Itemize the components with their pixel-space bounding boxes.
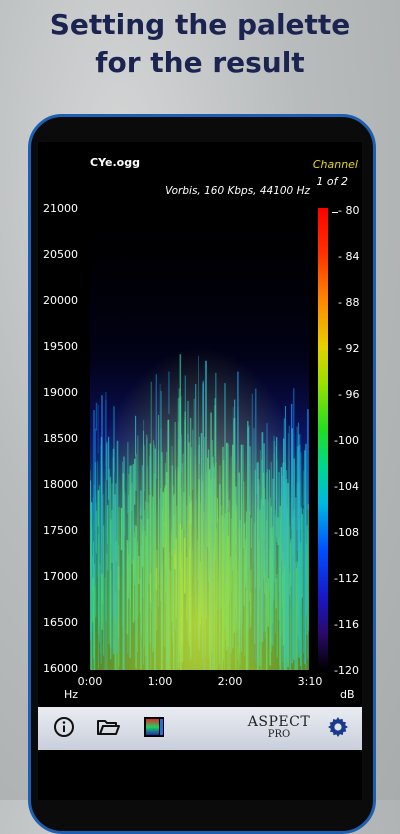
y-tick: 20500 bbox=[43, 248, 78, 261]
headline: Setting the palette for the result bbox=[0, 6, 400, 82]
x-tick: 2:00 bbox=[217, 675, 243, 688]
y-tick: 20000 bbox=[43, 294, 78, 307]
x-tick: 0:00 bbox=[77, 675, 103, 688]
x-tick: 3:10 bbox=[297, 675, 323, 688]
y-tick: 19500 bbox=[43, 340, 78, 353]
y-tick: 18000 bbox=[43, 478, 78, 491]
headline-line-1: Setting the palette bbox=[49, 8, 351, 41]
db-tick: -104 bbox=[334, 480, 359, 493]
y-tick: 18500 bbox=[43, 432, 78, 445]
y-tick: 21000 bbox=[43, 202, 78, 215]
db-unit: dB bbox=[340, 688, 355, 701]
brand-logo: ASPECT PRO bbox=[244, 715, 314, 741]
brand-main: ASPECT bbox=[247, 714, 311, 730]
db-tick: - 96 bbox=[338, 388, 360, 401]
brand-sub: PRO bbox=[267, 729, 291, 740]
channel-label[interactable]: Channel bbox=[313, 158, 358, 171]
db-tick: -120 bbox=[334, 664, 359, 677]
folder-open-icon[interactable] bbox=[96, 715, 120, 739]
y-unit: Hz bbox=[63, 688, 78, 701]
headline-line-2: for the result bbox=[95, 46, 305, 79]
db-tick: -100 bbox=[334, 434, 359, 447]
palette-icon[interactable] bbox=[142, 715, 166, 739]
channel-value[interactable]: 1 of 2 bbox=[316, 175, 348, 188]
db-tick: -108 bbox=[334, 526, 359, 539]
y-tick: 17000 bbox=[43, 570, 78, 583]
gear-icon[interactable] bbox=[326, 715, 350, 739]
db-tick: - 92 bbox=[338, 342, 360, 355]
palette-colorbar[interactable] bbox=[318, 208, 328, 670]
app-screen: CYe.ogg Channel 1 of 2 Vorbis, 160 Kbps,… bbox=[38, 142, 362, 800]
spectrogram[interactable] bbox=[90, 208, 309, 670]
info-icon[interactable] bbox=[52, 715, 76, 739]
db-tick: - 80 bbox=[338, 204, 360, 217]
db-tick: -116 bbox=[334, 618, 359, 631]
y-tick: 17500 bbox=[43, 524, 78, 537]
file-name: CYe.ogg bbox=[90, 156, 140, 169]
y-tick: 19000 bbox=[43, 386, 78, 399]
x-tick: 1:00 bbox=[147, 675, 173, 688]
y-tick: 16000 bbox=[43, 662, 78, 675]
y-tick: 16500 bbox=[43, 616, 78, 629]
db-tick: - 88 bbox=[338, 296, 360, 309]
codec-info: Vorbis, 160 Kbps, 44100 Hz bbox=[165, 185, 310, 197]
db-tick: - 84 bbox=[338, 250, 360, 263]
bottom-toolbar: ASPECT PRO bbox=[38, 707, 362, 750]
db-tick: -112 bbox=[334, 572, 359, 585]
